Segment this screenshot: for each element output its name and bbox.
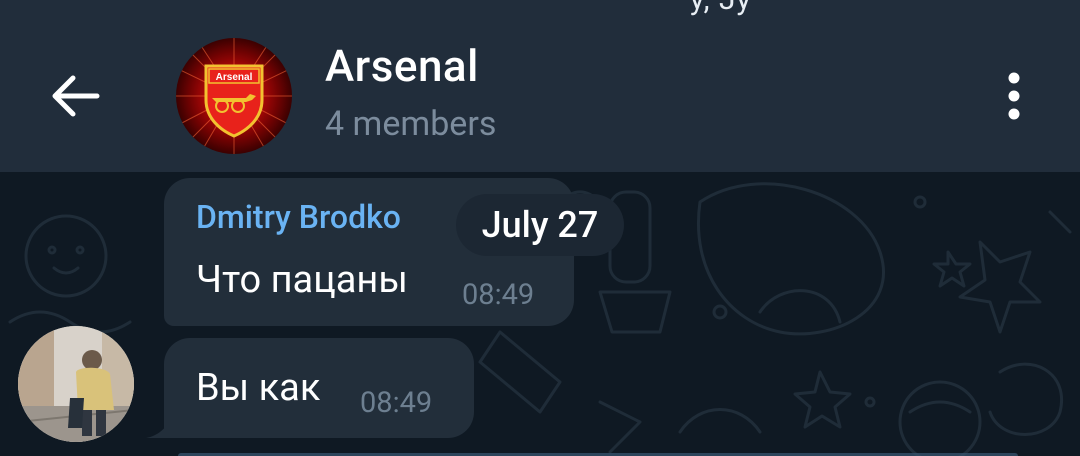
- back-button[interactable]: [44, 66, 108, 126]
- message-sender[interactable]: Dmitry Brodko: [196, 198, 401, 236]
- members-count: 4 members: [325, 104, 497, 144]
- message-time: 08:49: [360, 386, 433, 420]
- status-bar-partial-text: y, Jy: [690, 0, 752, 17]
- message-text: Вы как: [196, 366, 321, 410]
- user-photo-icon: [18, 326, 134, 442]
- more-vertical-icon: [1008, 72, 1020, 120]
- arrow-left-icon: [52, 75, 100, 117]
- date-label: July 27: [456, 194, 624, 256]
- group-name[interactable]: Arsenal: [325, 40, 479, 92]
- group-avatar[interactable]: Arsenal: [176, 38, 292, 154]
- arsenal-crest-icon: Arsenal: [176, 38, 292, 154]
- message-text: Что пацаны: [196, 258, 408, 302]
- chat-screen: y, Jy: [0, 0, 1080, 456]
- message-time: 08:49: [462, 278, 535, 312]
- chat-area[interactable]: Dmitry Brodko Что пацаны 08:49 July 27 В…: [0, 172, 1080, 456]
- more-options-button[interactable]: [990, 66, 1038, 126]
- sender-avatar[interactable]: [18, 326, 134, 442]
- svg-text:Arsenal: Arsenal: [216, 72, 253, 83]
- chat-header: y, Jy: [0, 0, 1080, 172]
